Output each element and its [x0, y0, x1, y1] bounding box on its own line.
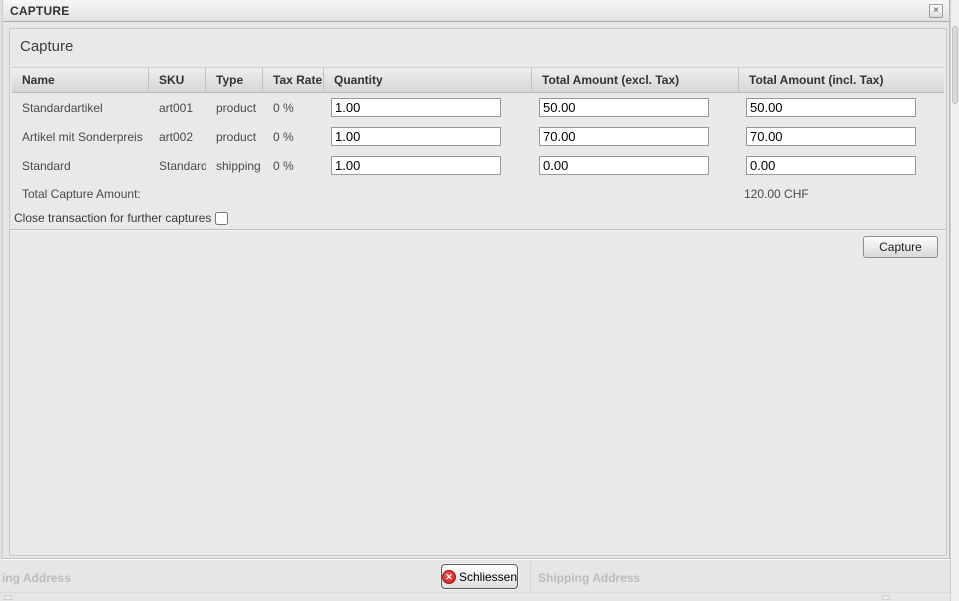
- header-tax-rate: Tax Rate: [263, 68, 324, 92]
- header-quantity: Quantity: [324, 68, 532, 92]
- cell-sku: Standard: [149, 159, 206, 173]
- schliessen-button[interactable]: ✕ Schliessen: [441, 564, 518, 589]
- total-capture-row: Total Capture Amount: 120.00 CHF: [12, 180, 944, 207]
- total-capture-value: 120.00 CHF: [739, 187, 944, 201]
- shipping-address-label: Shipping Address: [538, 571, 640, 585]
- schliessen-label: Schliessen: [459, 570, 517, 584]
- close-transaction-checkbox[interactable]: [215, 212, 228, 225]
- header-type: Type: [206, 68, 263, 92]
- total-excl-input-row1[interactable]: [539, 98, 709, 117]
- cell-sku: art001: [149, 101, 206, 115]
- capture-table: Name SKU Type Tax Rate Quantity Total Am…: [12, 67, 944, 207]
- cell-type: product: [206, 101, 263, 115]
- page-scrollbar[interactable]: [950, 0, 959, 601]
- footer-horizontal-line: [0, 592, 950, 593]
- cell-sku: art002: [149, 130, 206, 144]
- header-total-incl: Total Amount (incl. Tax): [739, 68, 944, 92]
- quantity-input-row1[interactable]: [331, 98, 501, 117]
- red-close-icon: ✕: [442, 570, 456, 584]
- dialog-titlebar: CAPTURE ×: [3, 0, 949, 22]
- cell-name: Standardartikel: [12, 101, 149, 115]
- cell-type: shipping: [206, 159, 263, 173]
- total-capture-label: Total Capture Amount:: [12, 187, 324, 201]
- total-incl-input-row2[interactable]: [746, 127, 916, 146]
- close-transaction-label: Close transaction for further captures: [14, 211, 211, 225]
- background-checkbox: [4, 595, 12, 600]
- close-transaction-row: Close transaction for further captures: [14, 209, 228, 227]
- cell-name: Standard: [12, 159, 149, 173]
- scrollbar-thumb[interactable]: [952, 26, 958, 104]
- header-total-excl: Total Amount (excl. Tax): [532, 68, 739, 92]
- quantity-input-row3[interactable]: [331, 156, 501, 175]
- cell-type: product: [206, 130, 263, 144]
- capture-dialog: CAPTURE × Capture Name SKU Type Tax Rate…: [2, 0, 950, 559]
- dialog-title: CAPTURE: [10, 4, 69, 18]
- quantity-input-row2[interactable]: [331, 127, 501, 146]
- header-name: Name: [12, 68, 149, 92]
- table-row: Artikel mit Sonderpreis art002 product 0…: [12, 122, 944, 151]
- total-excl-input-row3[interactable]: [539, 156, 709, 175]
- cell-tax-rate: 0 %: [263, 159, 324, 173]
- close-icon[interactable]: ×: [929, 4, 943, 18]
- cell-tax-rate: 0 %: [263, 130, 324, 144]
- background-page-footer: ing Address Shipping Address ✕ Schliesse…: [0, 560, 959, 601]
- capture-button[interactable]: Capture: [863, 236, 938, 258]
- footer-column-divider: [530, 562, 531, 592]
- panel-heading: Capture: [20, 38, 73, 55]
- total-excl-input-row2[interactable]: [539, 127, 709, 146]
- table-row: Standard Standard shipping 0 %: [12, 151, 944, 180]
- cell-tax-rate: 0 %: [263, 101, 324, 115]
- header-sku: SKU: [149, 68, 206, 92]
- billing-address-label: ing Address: [2, 571, 71, 585]
- total-incl-input-row1[interactable]: [746, 98, 916, 117]
- cell-name: Artikel mit Sonderpreis: [12, 130, 149, 144]
- capture-panel: Capture Name SKU Type Tax Rate Quantity …: [9, 28, 947, 556]
- table-row: Standardartikel art001 product 0 %: [12, 93, 944, 122]
- total-incl-input-row3[interactable]: [746, 156, 916, 175]
- table-header-row: Name SKU Type Tax Rate Quantity Total Am…: [12, 67, 944, 93]
- background-checkbox: [882, 595, 890, 600]
- section-divider: [10, 229, 946, 231]
